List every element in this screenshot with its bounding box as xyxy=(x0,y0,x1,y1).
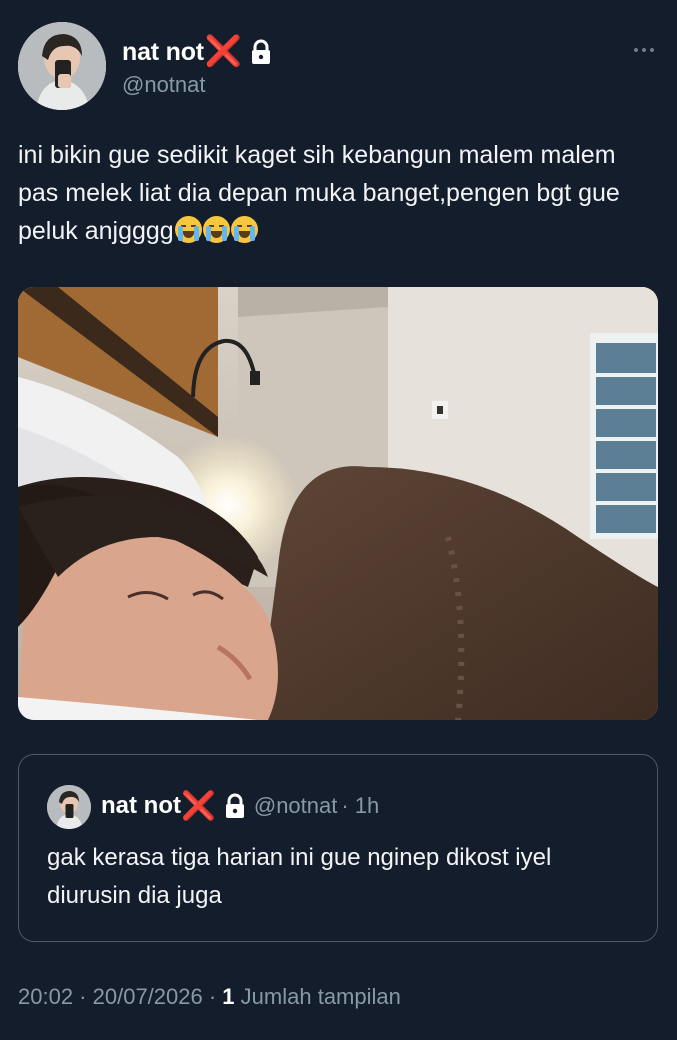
tweet-photo[interactable] xyxy=(18,287,658,720)
author-name-row: nat not ❌ xyxy=(122,36,272,68)
author-avatar[interactable] xyxy=(18,22,106,110)
more-icon-dot xyxy=(650,48,654,52)
meta-separator: · xyxy=(73,984,93,1009)
more-icon-dot xyxy=(642,48,646,52)
quote-author-handle: @notnat xyxy=(253,793,338,818)
tweet-date[interactable]: 20/07/2026 xyxy=(93,984,203,1009)
red-x-badge: ❌ xyxy=(180,790,216,821)
avatar-image xyxy=(47,785,91,829)
tweet-header: nat not ❌ @notnat xyxy=(18,22,659,112)
quote-author-avatar[interactable] xyxy=(47,785,91,829)
tweet-body: ini bikin gue sedikit kaget sih kebangun… xyxy=(18,141,620,245)
views-label: Jumlah tampilan xyxy=(240,984,401,1009)
quote-text: gak kerasa tiga harian ini gue nginep di… xyxy=(47,844,552,909)
lock-icon xyxy=(225,793,244,818)
red-x-badge: ❌ xyxy=(204,35,243,68)
more-button[interactable] xyxy=(629,42,659,58)
meta-separator: · xyxy=(202,984,223,1009)
loudly-crying-face-icon xyxy=(230,216,258,243)
tweet-time[interactable]: 20:02 xyxy=(18,984,73,1009)
photo-sleeping-person xyxy=(18,287,658,720)
views-count: 1 xyxy=(222,984,235,1009)
avatar-image xyxy=(18,22,106,110)
lock-icon xyxy=(252,39,271,64)
quoted-tweet[interactable]: nat not ❌ @notnat · 1h gak kerasa tiga h… xyxy=(18,754,658,942)
author-name[interactable]: nat not xyxy=(122,38,204,67)
tweet-text: ini bikin gue sedikit kaget sih kebangun… xyxy=(18,136,658,250)
quote-author-name: nat not xyxy=(101,792,181,819)
loudly-crying-face-icon xyxy=(174,216,202,243)
quote-timestamp: · 1h xyxy=(341,793,380,818)
quote-header: nat not ❌ @notnat · 1h xyxy=(101,791,379,821)
more-icon-dot xyxy=(634,48,638,52)
author-handle[interactable]: @notnat xyxy=(122,72,206,98)
tweet-meta: 20:02 · 20/07/2026 · 1 Jumlah tampilan xyxy=(18,984,401,1010)
loudly-crying-face-icon xyxy=(202,216,230,243)
